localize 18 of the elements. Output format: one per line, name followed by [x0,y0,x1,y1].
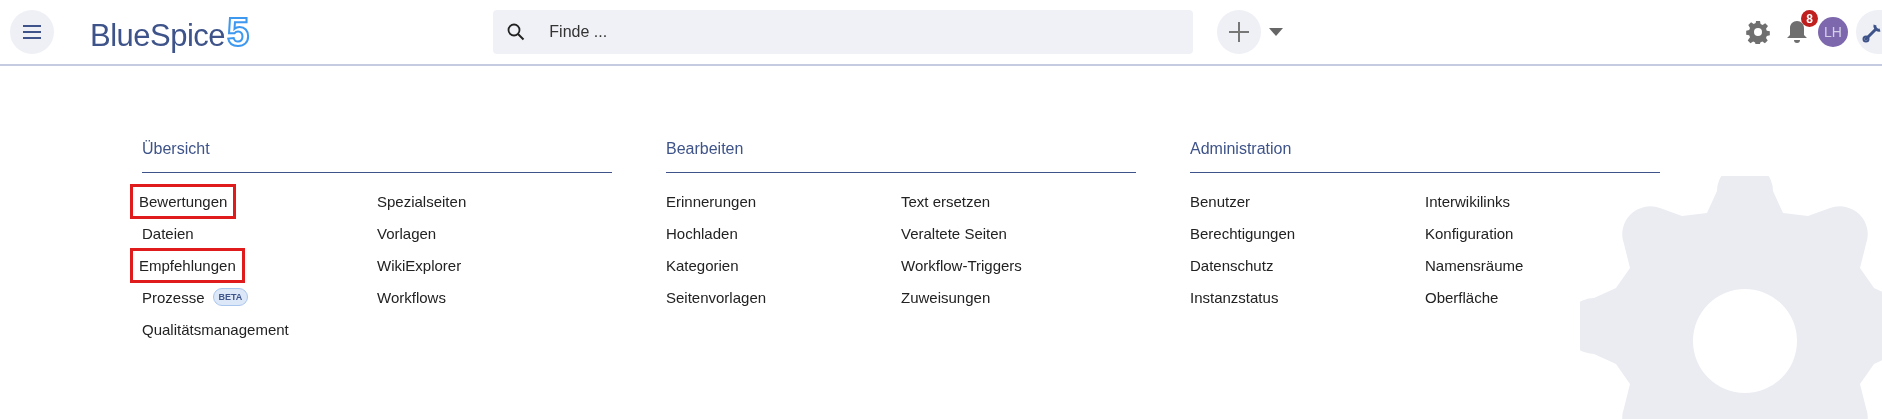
section-heading: Übersicht [142,140,612,173]
plus-icon [1229,22,1250,42]
add-button[interactable] [1217,10,1262,54]
search-field[interactable]: Finde ... [493,10,1194,54]
menu-link[interactable]: Empfehlungen [130,247,245,283]
notification-badge: 8 [1801,10,1818,27]
section-heading: Administration [1190,140,1660,173]
menu-button[interactable] [10,10,54,54]
logo[interactable]: BlueSpice5 [90,9,250,55]
bell-icon[interactable] [1786,20,1808,44]
tools-button[interactable] [1856,10,1882,54]
section-heading: Bearbeiten [666,140,1136,173]
menu-icon [22,24,42,40]
search-icon [507,23,526,41]
menu-link[interactable]: Bewertungen [130,183,237,219]
beta-badge: BETA [212,288,249,306]
settings-icon[interactable] [1746,20,1770,44]
caret-icon[interactable] [1269,28,1284,36]
